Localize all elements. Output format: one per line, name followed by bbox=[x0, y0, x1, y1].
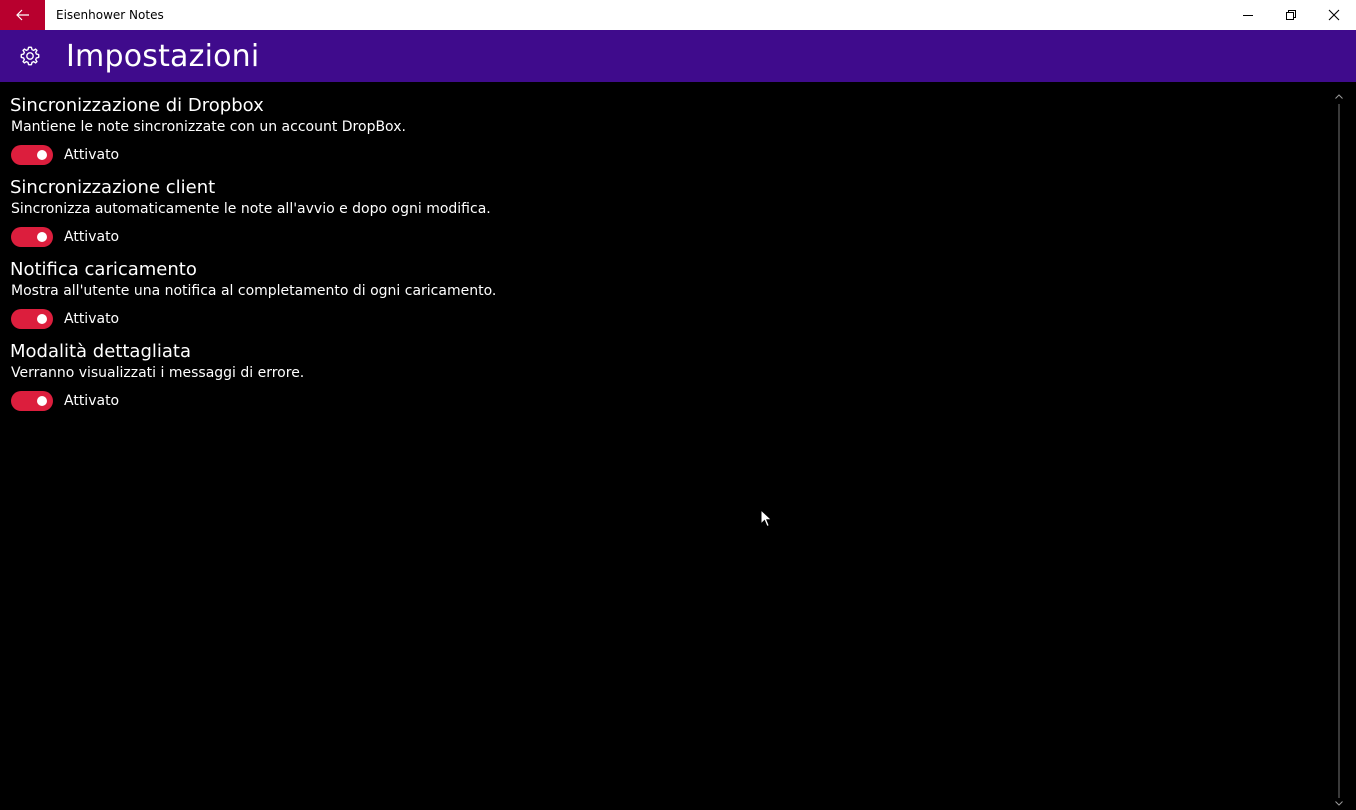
toggle-knob bbox=[37, 396, 47, 406]
restore-button[interactable] bbox=[1269, 0, 1313, 30]
setting-title: Notifica caricamento bbox=[10, 259, 197, 280]
scroll-down-icon[interactable] bbox=[1334, 798, 1344, 808]
toggle-label: Attivato bbox=[64, 147, 120, 163]
setting-upload-notification: Notifica caricamento Mostra all'utente u… bbox=[10, 259, 496, 329]
setting-client-sync: Sincronizzazione client Sincronizza auto… bbox=[10, 177, 491, 247]
dropbox-sync-toggle[interactable] bbox=[11, 145, 53, 165]
setting-description: Mostra all'utente una notifica al comple… bbox=[11, 283, 497, 299]
gear-icon bbox=[20, 46, 40, 66]
toggle-label: Attivato bbox=[64, 229, 120, 245]
toggle-label: Attivato bbox=[64, 393, 120, 409]
setting-description: Verranno visualizzati i messaggi di erro… bbox=[11, 365, 305, 381]
toggle-label: Attivato bbox=[64, 311, 120, 327]
toggle-knob bbox=[37, 232, 47, 242]
setting-dropbox-sync: Sincronizzazione di Dropbox Mantiene le … bbox=[10, 95, 406, 165]
minimize-icon bbox=[1243, 15, 1253, 16]
scroll-track[interactable] bbox=[1338, 104, 1340, 798]
setting-description: Mantiene le note sincronizzate con un ac… bbox=[11, 119, 406, 135]
page-header: Impostazioni bbox=[0, 30, 1356, 82]
toggle-row: Attivato bbox=[10, 145, 406, 165]
toggle-row: Attivato bbox=[10, 309, 496, 329]
close-icon bbox=[1328, 9, 1340, 21]
setting-title: Modalità dettagliata bbox=[10, 341, 192, 362]
verbose-mode-toggle[interactable] bbox=[11, 391, 53, 411]
toggle-row: Attivato bbox=[10, 227, 491, 247]
page-title: Impostazioni bbox=[66, 39, 260, 74]
app-title: Eisenhower Notes bbox=[56, 8, 164, 22]
vertical-scrollbar[interactable] bbox=[1334, 92, 1344, 810]
setting-verbose-mode: Modalità dettagliata Verranno visualizza… bbox=[10, 341, 304, 411]
toggle-row: Attivato bbox=[10, 391, 304, 411]
close-button[interactable] bbox=[1312, 0, 1356, 30]
setting-title: Sincronizzazione di Dropbox bbox=[10, 95, 264, 116]
scroll-up-icon[interactable] bbox=[1334, 92, 1344, 102]
settings-panel: Sincronizzazione di Dropbox Mantiene le … bbox=[0, 82, 1330, 810]
restore-icon bbox=[1286, 10, 1296, 20]
toggle-knob bbox=[37, 150, 47, 160]
upload-notification-toggle[interactable] bbox=[11, 309, 53, 329]
minimize-button[interactable] bbox=[1226, 0, 1270, 30]
back-arrow-icon bbox=[15, 9, 29, 21]
setting-description: Sincronizza automaticamente le note all'… bbox=[11, 201, 491, 217]
back-button[interactable] bbox=[0, 0, 45, 30]
setting-title: Sincronizzazione client bbox=[10, 177, 216, 198]
mouse-cursor-icon bbox=[760, 509, 773, 528]
client-sync-toggle[interactable] bbox=[11, 227, 53, 247]
toggle-knob bbox=[37, 314, 47, 324]
title-bar: Eisenhower Notes bbox=[0, 0, 1356, 30]
